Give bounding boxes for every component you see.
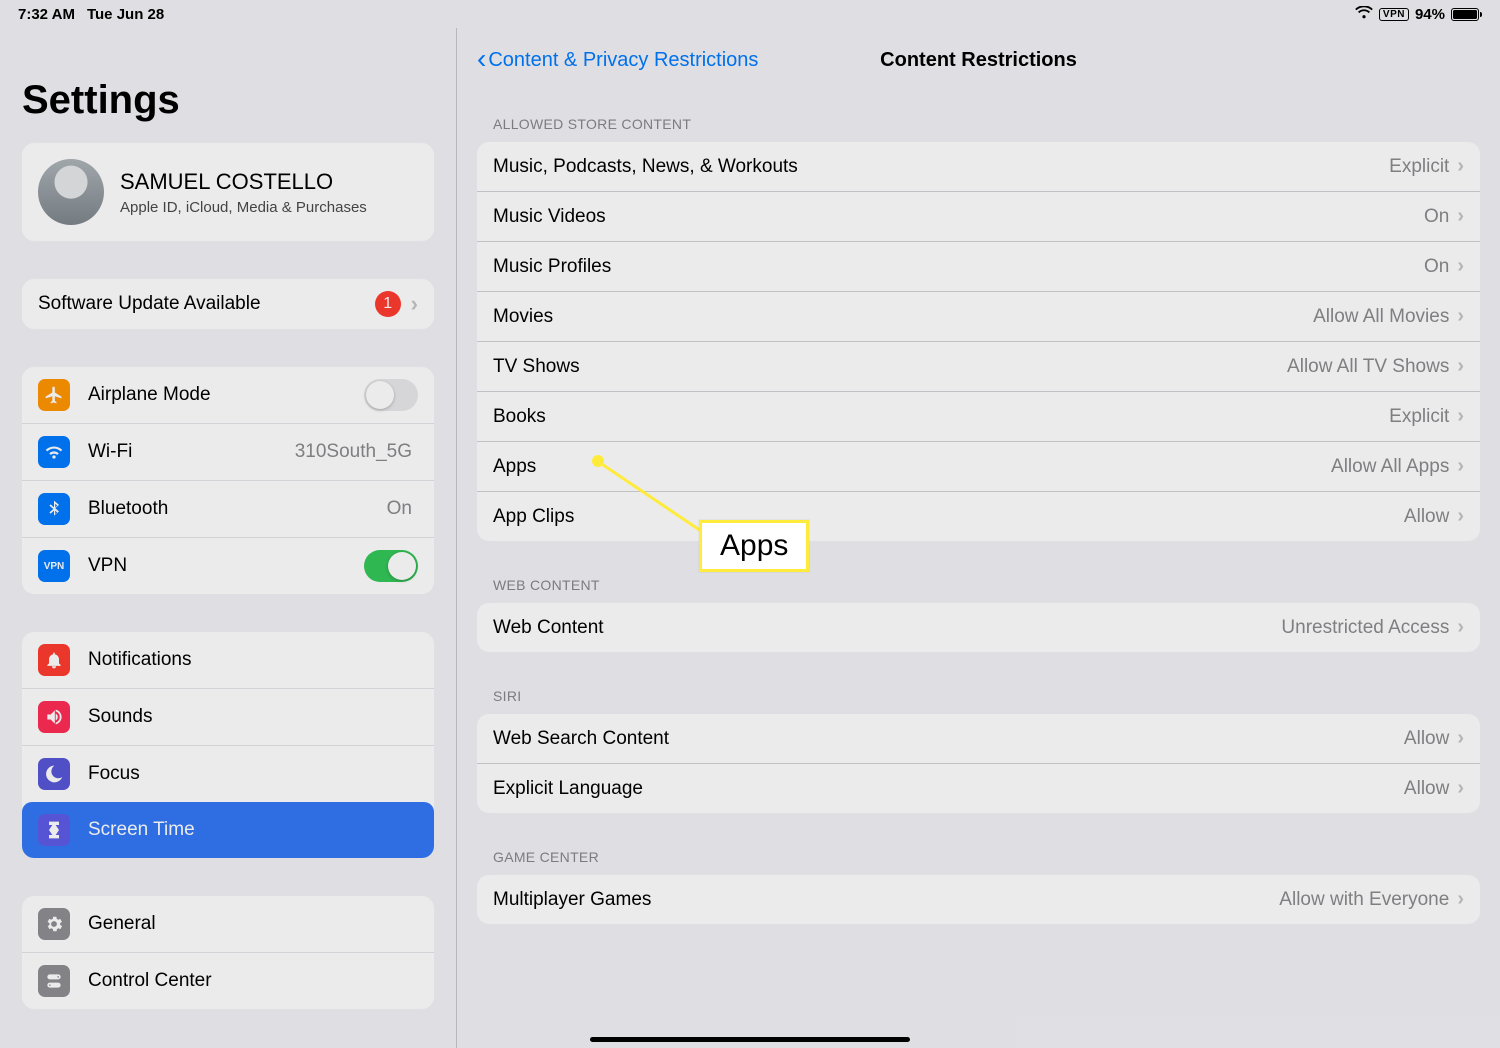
airplane-mode-label: Airplane Mode <box>88 384 364 406</box>
notifications-icon <box>38 644 70 676</box>
app-clips-row[interactable]: App ClipsAllow› <box>477 491 1480 541</box>
siri-group: Web Search ContentAllow› Explicit Langua… <box>477 714 1480 813</box>
profile-name: SAMUEL COSTELLO <box>120 169 367 195</box>
chevron-right-icon: › <box>1457 305 1464 328</box>
music-videos-row[interactable]: Music VideosOn› <box>477 191 1480 241</box>
settings-title: Settings <box>22 78 434 123</box>
nav-bar: ‹ Content & Privacy Restrictions Content… <box>457 28 1500 84</box>
status-time: 7:32 AM <box>18 6 75 23</box>
chevron-right-icon: › <box>1457 505 1464 528</box>
vpn-badge: VPN <box>1379 8 1409 21</box>
chevron-right-icon: › <box>1457 888 1464 911</box>
chevron-right-icon: › <box>1457 777 1464 800</box>
airplane-mode-toggle[interactable] <box>364 379 418 411</box>
battery-icon <box>1451 8 1482 21</box>
home-indicator[interactable] <box>590 1037 910 1042</box>
chevron-right-icon: › <box>1457 405 1464 428</box>
back-button[interactable]: ‹ Content & Privacy Restrictions <box>477 47 758 73</box>
annotation-callout: Apps <box>699 520 809 572</box>
chevron-right-icon: › <box>1457 255 1464 278</box>
focus-icon <box>38 758 70 790</box>
web-content-header: WEB CONTENT <box>457 577 1500 603</box>
wifi-icon <box>1355 6 1373 23</box>
control-center-row[interactable]: Control Center <box>22 952 434 1009</box>
notifications-label: Notifications <box>88 649 418 671</box>
bluetooth-label: Bluetooth <box>88 498 387 520</box>
explicit-language-row[interactable]: Explicit LanguageAllow› <box>477 763 1480 813</box>
vpn-icon: VPN <box>38 550 70 582</box>
bluetooth-icon <box>38 493 70 525</box>
screen-time-label: Screen Time <box>88 819 418 841</box>
music-podcasts-row[interactable]: Music, Podcasts, News, & WorkoutsExplici… <box>477 142 1480 191</box>
control-center-icon <box>38 965 70 997</box>
chevron-right-icon: › <box>1457 616 1464 639</box>
airplane-mode-row[interactable]: Airplane Mode <box>22 367 434 423</box>
wifi-row[interactable]: Wi-Fi 310South_5G <box>22 423 434 480</box>
update-badge: 1 <box>375 291 401 317</box>
software-update-label: Software Update Available <box>38 293 375 315</box>
focus-row[interactable]: Focus <box>22 745 434 802</box>
battery-percent: 94% <box>1415 6 1445 23</box>
web-content-group: Web ContentUnrestricted Access› <box>477 603 1480 652</box>
chevron-right-icon: › <box>1457 205 1464 228</box>
chevron-right-icon: › <box>1457 727 1464 750</box>
profile-subtitle: Apple ID, iCloud, Media & Purchases <box>120 199 367 216</box>
bluetooth-value: On <box>387 498 412 520</box>
vpn-label: VPN <box>88 555 364 577</box>
chevron-right-icon: › <box>1457 455 1464 478</box>
web-content-row[interactable]: Web ContentUnrestricted Access› <box>477 603 1480 652</box>
sounds-icon <box>38 701 70 733</box>
software-update-row[interactable]: Software Update Available 1 › <box>22 279 434 329</box>
notifications-row[interactable]: Notifications <box>22 632 434 688</box>
status-bar: 7:32 AM Tue Jun 28 VPN 94% <box>0 0 1500 28</box>
sounds-row[interactable]: Sounds <box>22 688 434 745</box>
multiplayer-games-row[interactable]: Multiplayer GamesAllow with Everyone› <box>477 875 1480 924</box>
profile-card[interactable]: SAMUEL COSTELLO Apple ID, iCloud, Media … <box>22 143 434 241</box>
general-label: General <box>88 913 418 935</box>
general-row[interactable]: General <box>22 896 434 952</box>
chevron-left-icon: ‹ <box>477 45 486 73</box>
page-title: Content Restrictions <box>880 49 1077 72</box>
status-date: Tue Jun 28 <box>87 6 164 23</box>
screen-time-icon <box>38 814 70 846</box>
chevron-right-icon: › <box>1457 155 1464 178</box>
settings-sidebar: Settings SAMUEL COSTELLO Apple ID, iClou… <box>0 28 457 1048</box>
vpn-row[interactable]: VPN VPN <box>22 537 434 594</box>
game-center-group: Multiplayer GamesAllow with Everyone› <box>477 875 1480 924</box>
control-center-label: Control Center <box>88 970 418 992</box>
music-profiles-row[interactable]: Music ProfilesOn› <box>477 241 1480 291</box>
books-row[interactable]: BooksExplicit› <box>477 391 1480 441</box>
avatar <box>38 159 104 225</box>
chevron-right-icon: › <box>1457 355 1464 378</box>
web-search-content-row[interactable]: Web Search ContentAllow› <box>477 714 1480 763</box>
focus-label: Focus <box>88 763 418 785</box>
wifi-settings-icon <box>38 436 70 468</box>
movies-row[interactable]: MoviesAllow All Movies› <box>477 291 1480 341</box>
chevron-right-icon: › <box>411 291 418 317</box>
detail-pane: ‹ Content & Privacy Restrictions Content… <box>457 28 1500 1048</box>
screen-time-row[interactable]: Screen Time <box>22 802 434 858</box>
wifi-label: Wi-Fi <box>88 441 295 463</box>
airplane-icon <box>38 379 70 411</box>
tv-shows-row[interactable]: TV ShowsAllow All TV Shows› <box>477 341 1480 391</box>
game-center-header: GAME CENTER <box>457 849 1500 875</box>
bluetooth-row[interactable]: Bluetooth On <box>22 480 434 537</box>
sounds-label: Sounds <box>88 706 418 728</box>
wifi-value: 310South_5G <box>295 441 412 463</box>
allowed-store-header: ALLOWED STORE CONTENT <box>457 116 1500 142</box>
siri-header: SIRI <box>457 688 1500 714</box>
vpn-toggle[interactable] <box>364 550 418 582</box>
general-icon <box>38 908 70 940</box>
back-label: Content & Privacy Restrictions <box>488 49 758 72</box>
